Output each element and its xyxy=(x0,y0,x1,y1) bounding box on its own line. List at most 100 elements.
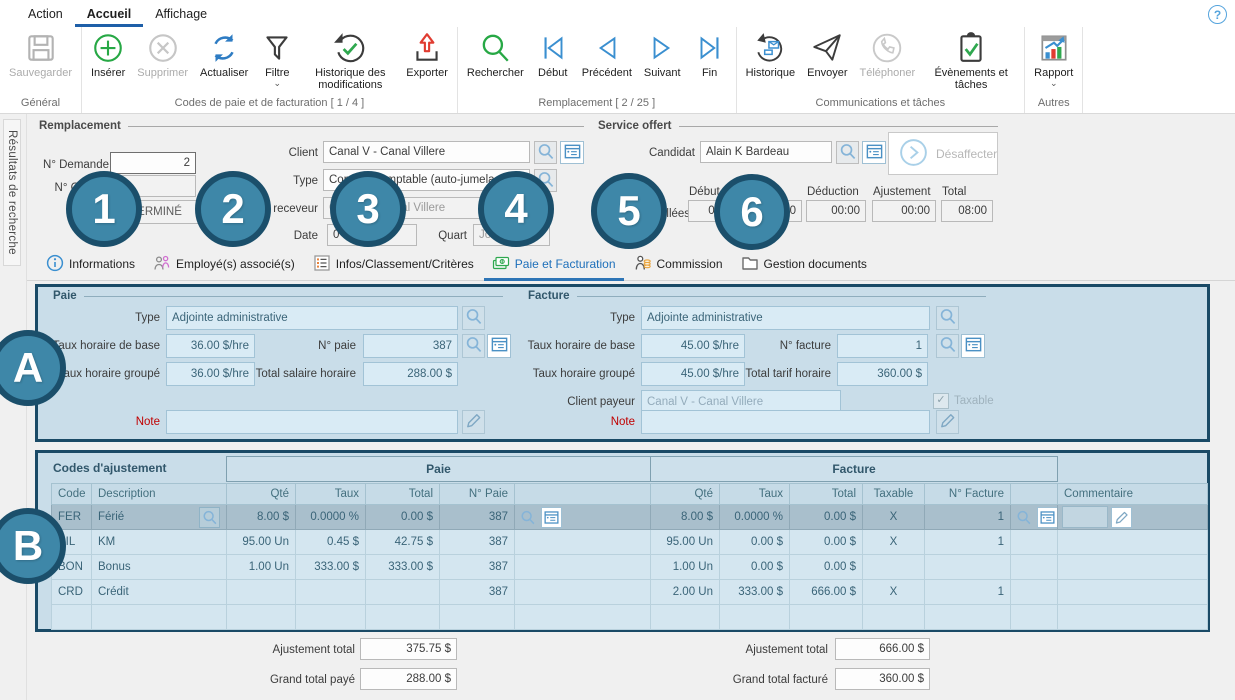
no-paie-search-button[interactable] xyxy=(462,334,485,358)
cell[interactable]: Bonus xyxy=(92,555,227,580)
menu-tab-accueil[interactable]: Accueil xyxy=(75,2,143,27)
cell[interactable] xyxy=(863,605,925,630)
menu-tab-affichage[interactable]: Affichage xyxy=(143,2,219,27)
cell[interactable] xyxy=(515,605,651,630)
ribbon-button-insérer[interactable]: Insérer xyxy=(85,28,131,79)
cell[interactable]: 0.00 $ xyxy=(790,505,863,530)
cell[interactable] xyxy=(651,605,720,630)
cell[interactable] xyxy=(515,555,651,580)
ribbon-button-suivant[interactable]: Suivant xyxy=(638,28,687,79)
cell[interactable] xyxy=(1011,530,1058,555)
paie-type-search-button[interactable] xyxy=(462,306,485,330)
cell[interactable]: 387 xyxy=(440,580,515,605)
cell[interactable] xyxy=(720,605,790,630)
cell[interactable]: 387 xyxy=(440,555,515,580)
total-salaire-field[interactable]: 288.00 $ xyxy=(363,362,458,386)
adjustment-row-crd[interactable]: CRDCrédit3872.00 Un333.00 $666.00 $X1 xyxy=(52,580,1208,605)
cell[interactable]: 1 xyxy=(925,580,1011,605)
cell[interactable] xyxy=(92,605,227,630)
paie-note-field[interactable] xyxy=(166,410,458,434)
cell[interactable] xyxy=(1011,580,1058,605)
adjustment-row-fer[interactable]: FERFérié8.00 $0.0000 %0.00 $3878.00 $0.0… xyxy=(52,505,1208,530)
cell[interactable]: X xyxy=(863,580,925,605)
ribbon-button-historique[interactable]: Historique xyxy=(740,28,802,79)
cell[interactable]: 333.00 $ xyxy=(296,555,366,580)
cell[interactable]: 0.00 $ xyxy=(720,555,790,580)
ribbon-button-précédent[interactable]: Précédent xyxy=(576,28,638,79)
cell[interactable]: 0.00 $ xyxy=(366,505,440,530)
cell[interactable] xyxy=(790,605,863,630)
cell[interactable] xyxy=(1058,555,1208,580)
tab-employes-associes[interactable]: Employé(s) associé(s) xyxy=(144,248,304,280)
facture-type-search-button[interactable] xyxy=(936,306,959,330)
cell[interactable] xyxy=(515,505,651,530)
cell[interactable]: 387 xyxy=(440,505,515,530)
cell[interactable] xyxy=(440,605,515,630)
cell[interactable]: CRD xyxy=(52,580,92,605)
candidat-open-button[interactable] xyxy=(862,141,886,164)
adjustment-row-kil[interactable]: KILKM95.00 Un0.45 $42.75 $38795.00 Un0.0… xyxy=(52,530,1208,555)
row-search-button[interactable] xyxy=(517,507,538,528)
no-paie-open-button[interactable] xyxy=(487,334,511,358)
cell[interactable] xyxy=(1058,580,1208,605)
cell[interactable]: 95.00 Un xyxy=(227,530,296,555)
ribbon-button-envoyer[interactable]: Envoyer xyxy=(801,28,853,79)
cell[interactable]: 0.45 $ xyxy=(296,530,366,555)
no-facture-field[interactable]: 1 xyxy=(837,334,928,358)
cell[interactable]: 1 xyxy=(925,505,1011,530)
cell[interactable]: 42.75 $ xyxy=(366,530,440,555)
cell[interactable] xyxy=(515,580,651,605)
cell[interactable] xyxy=(1058,505,1208,530)
adjustment-row-empty[interactable] xyxy=(52,605,1208,630)
facture-note-field[interactable] xyxy=(641,410,930,434)
cell[interactable]: X xyxy=(863,505,925,530)
cell[interactable]: 387 xyxy=(440,530,515,555)
client-search-button[interactable] xyxy=(534,141,557,164)
cell[interactable]: 333.00 $ xyxy=(720,580,790,605)
ribbon-button-filtre[interactable]: Filtre⌄ xyxy=(254,28,300,86)
cell[interactable]: 2.00 Un xyxy=(651,580,720,605)
cell[interactable]: 8.00 $ xyxy=(227,505,296,530)
client-open-button[interactable] xyxy=(560,141,584,164)
ribbon-button-historique-des-modifications[interactable]: Historique des modifications xyxy=(300,28,400,92)
cell[interactable]: 8.00 $ xyxy=(651,505,720,530)
row-search-button[interactable] xyxy=(199,507,220,528)
comment-edit-button[interactable] xyxy=(1111,507,1132,528)
cell[interactable]: 333.00 $ xyxy=(366,555,440,580)
cell[interactable] xyxy=(1011,605,1058,630)
ribbon-button-début[interactable]: Début xyxy=(530,28,576,79)
cell[interactable]: 1 xyxy=(925,530,1011,555)
ribbon-button-exporter[interactable]: Exporter xyxy=(400,28,454,79)
cell[interactable] xyxy=(52,605,92,630)
cell[interactable]: Crédit xyxy=(92,580,227,605)
facture-type-field[interactable]: Adjointe administrative xyxy=(641,306,930,330)
paie-taux-base-field[interactable]: 36.00 $/hre xyxy=(166,334,255,358)
cell[interactable] xyxy=(296,580,366,605)
paie-taux-groupe-field[interactable]: 36.00 $/hre xyxy=(166,362,255,386)
tab-infos-classement-criteres[interactable]: Infos/Classement/Critères xyxy=(304,248,483,280)
ribbon-button-rapport[interactable]: Rapport⌄ xyxy=(1028,28,1079,86)
no-facture-search-button[interactable] xyxy=(936,334,959,358)
ribbon-button-évènements-et-tâches[interactable]: Évènements et tâches xyxy=(921,28,1021,92)
tab-paie-et-facturation[interactable]: Paie et Facturation xyxy=(483,248,625,280)
adjustment-row-bon[interactable]: BONBonus1.00 Un333.00 $333.00 $3871.00 U… xyxy=(52,555,1208,580)
cell[interactable] xyxy=(925,605,1011,630)
cell[interactable]: 1.00 Un xyxy=(651,555,720,580)
no-paie-field[interactable]: 387 xyxy=(363,334,458,358)
ribbon-button-fin[interactable]: Fin xyxy=(687,28,733,79)
cell[interactable] xyxy=(296,605,366,630)
sidebar-results-tab[interactable]: Résultats de recherche xyxy=(3,119,21,266)
cell[interactable] xyxy=(227,580,296,605)
total-tarif-field[interactable]: 360.00 $ xyxy=(837,362,928,386)
paie-note-edit-button[interactable] xyxy=(462,410,485,434)
cell[interactable]: 0.00 $ xyxy=(790,555,863,580)
row-open-button[interactable] xyxy=(541,507,562,528)
no-demande-field[interactable]: 2 xyxy=(110,152,196,174)
cell[interactable]: 0.00 $ xyxy=(790,530,863,555)
cell[interactable] xyxy=(1058,605,1208,630)
comment-field[interactable] xyxy=(1062,506,1108,528)
cell[interactable] xyxy=(1011,505,1058,530)
tab-gestion-documents[interactable]: Gestion documents xyxy=(732,248,876,280)
tab-commission[interactable]: Commission xyxy=(625,248,732,280)
tab-informations[interactable]: Informations xyxy=(37,248,144,280)
